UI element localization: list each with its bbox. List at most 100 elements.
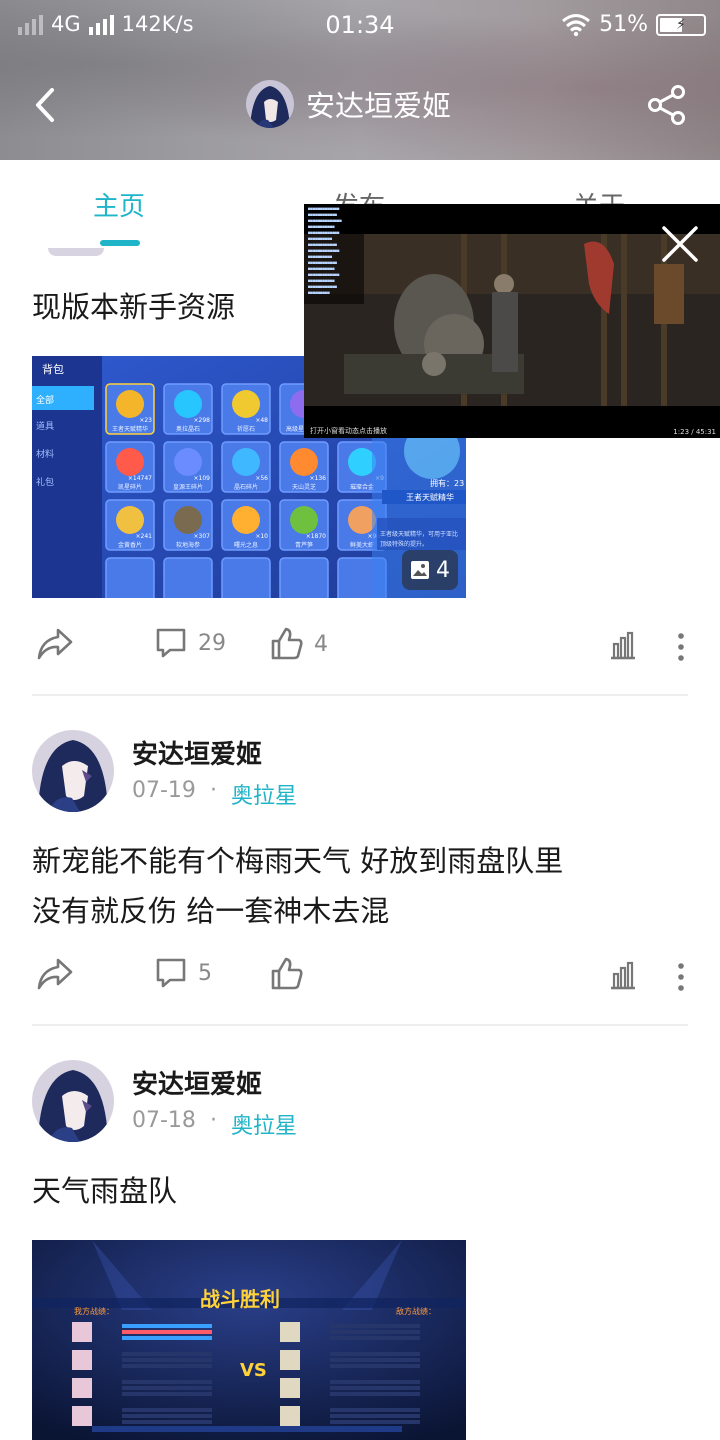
svg-text:■■■■■■■■■: ■■■■■■■■■: [308, 290, 330, 295]
fighter-avatar: [72, 1406, 92, 1426]
inventory-slot: [279, 557, 329, 598]
video-frame: ■■■■■■■■■■■■■ ■■■■■■■■■■■■ ■■■■■■■■■■■■■…: [304, 204, 720, 438]
stat-bar: [330, 1352, 420, 1356]
svg-text:■■■■■■■■■■: ■■■■■■■■■■: [308, 254, 333, 259]
item-count: ×298: [194, 417, 211, 424]
like-count: 4: [314, 631, 328, 657]
stat-bar: [122, 1408, 212, 1412]
post-image[interactable]: 战斗胜利 我方战绩： 敌方战绩： VS: [32, 1240, 466, 1440]
fighter-avatar: [72, 1350, 92, 1370]
share-button[interactable]: [36, 626, 74, 662]
battle-result-screenshot: 战斗胜利 我方战绩： 敌方战绩： VS: [32, 1240, 466, 1440]
stats-icon[interactable]: [608, 960, 638, 992]
share-button[interactable]: [36, 956, 74, 992]
item-count: ×48: [255, 417, 268, 424]
battery-percent: 51%: [599, 12, 648, 37]
item-icon: [290, 506, 318, 534]
item-icon: [174, 448, 202, 476]
item-count: ×1870: [306, 533, 326, 540]
stat-bar: [122, 1330, 212, 1334]
item-name: 晶石碎片: [234, 483, 258, 491]
stat-bar: [330, 1336, 420, 1340]
post-author[interactable]: 安达垣爱姬 07-18 · 奥拉星: [32, 1060, 672, 1142]
share-icon[interactable]: [646, 84, 688, 126]
avatar[interactable]: [32, 730, 114, 812]
comment-button[interactable]: 5: [154, 956, 212, 990]
item-icon: [174, 506, 202, 534]
header: 4G 142K/s 01:34 51% ⚡ 安达垣爱姬: [0, 0, 720, 160]
post-text[interactable]: 新宠能不能有个梅雨天气 好放到雨盘队里 没有就反伤 给一套神木去混: [32, 836, 563, 936]
floating-video-player[interactable]: ■■■■■■■■■■■■■ ■■■■■■■■■■■■ ■■■■■■■■■■■■■…: [304, 204, 720, 438]
more-icon[interactable]: [676, 632, 686, 662]
post-text[interactable]: 天气雨盘队: [32, 1166, 177, 1216]
item-icon: [232, 506, 260, 534]
svg-text:■■■■■■■■■■■: ■■■■■■■■■■■: [308, 278, 335, 283]
status-bar: 4G 142K/s 01:34 51% ⚡: [0, 0, 720, 52]
svg-text:材料: 材料: [36, 448, 54, 460]
svg-text:王者天赋精华: 王者天赋精华: [406, 492, 454, 502]
stat-bar: [330, 1358, 420, 1362]
bag-title: 背包: [42, 362, 64, 376]
author-name[interactable]: 安达垣爱姬: [132, 734, 262, 771]
post-date: 07-19: [132, 778, 196, 803]
item-count: ×23: [139, 417, 152, 424]
svg-text:王者级天赋精华，可用于亚比: 王者级天赋精华，可用于亚比: [380, 530, 458, 538]
item-icon: [290, 448, 318, 476]
close-icon[interactable]: [660, 224, 700, 264]
fighter-avatar: [280, 1378, 300, 1398]
like-button[interactable]: [270, 956, 314, 992]
inventory-slot: [221, 557, 271, 598]
more-icon[interactable]: [676, 962, 686, 992]
stats-icon[interactable]: [608, 630, 638, 662]
item-icon: [232, 448, 260, 476]
item-count: ×56: [255, 475, 268, 482]
divider: [32, 694, 688, 696]
item-name: 鲜美大虾: [350, 541, 374, 549]
item-name: 奥拉晶石: [176, 425, 200, 433]
like-button[interactable]: 4: [270, 626, 328, 662]
image-count: 4: [436, 557, 450, 583]
profile-title: 安达垣爱姬: [246, 80, 451, 128]
comment-icon: [156, 958, 186, 988]
stat-bar: [122, 1386, 212, 1390]
share-arrow-icon: [37, 628, 73, 660]
svg-text:道具: 道具: [36, 420, 54, 432]
tab-home[interactable]: 主页: [93, 186, 145, 223]
inventory-slot: [105, 557, 155, 598]
post-category[interactable]: 奥拉星: [231, 778, 297, 810]
stat-bar: [330, 1330, 420, 1334]
stat-bar: [122, 1324, 212, 1328]
author-name[interactable]: 安达垣爱姬: [132, 1064, 262, 1101]
item-count: ×241: [136, 533, 153, 540]
thumbs-up-icon: [271, 957, 303, 990]
fighter-avatar: [280, 1350, 300, 1370]
item-icon: [348, 506, 376, 534]
comment-button[interactable]: 29: [154, 626, 226, 660]
svg-text:■■■■■■■■■■■■■■: ■■■■■■■■■■■■■■: [308, 218, 342, 223]
page-title: 安达垣爱姬: [306, 89, 452, 123]
battle-title: 战斗胜利: [200, 1287, 280, 1311]
fighter-avatar: [280, 1406, 300, 1426]
item-count: ×14747: [128, 475, 152, 482]
svg-text:■■■■■■■■■■■■: ■■■■■■■■■■■■: [308, 260, 337, 265]
svg-text:■■■■■■■■■■■■■: ■■■■■■■■■■■■■: [308, 272, 340, 277]
avatar[interactable]: [32, 1060, 114, 1142]
thumbs-up-icon: [271, 627, 303, 660]
post-text-line: 没有就反伤 给一套神木去混: [32, 894, 390, 928]
svg-text:■■■■■■■■■■■■■: ■■■■■■■■■■■■■: [308, 248, 340, 253]
post-text[interactable]: 现版本新手资源: [32, 282, 235, 332]
meta-separator: ·: [209, 1108, 217, 1133]
svg-text:■■■■■■■■■■■■■: ■■■■■■■■■■■■■: [308, 206, 340, 211]
stat-bar: [330, 1414, 420, 1418]
item-icon: [116, 448, 144, 476]
item-name: 软地海参: [176, 541, 200, 549]
stat-bar: [122, 1358, 212, 1362]
stat-bar: [330, 1408, 420, 1412]
post-actions: 5: [0, 956, 720, 1000]
post-author[interactable]: 安达垣爱姬 07-19 · 奥拉星: [32, 730, 672, 812]
stat-bar: [330, 1364, 420, 1368]
back-arrow-icon[interactable]: [28, 84, 64, 126]
svg-text:全部: 全部: [36, 394, 54, 406]
post-category[interactable]: 奥拉星: [231, 1108, 297, 1140]
item-icon: [232, 390, 260, 418]
